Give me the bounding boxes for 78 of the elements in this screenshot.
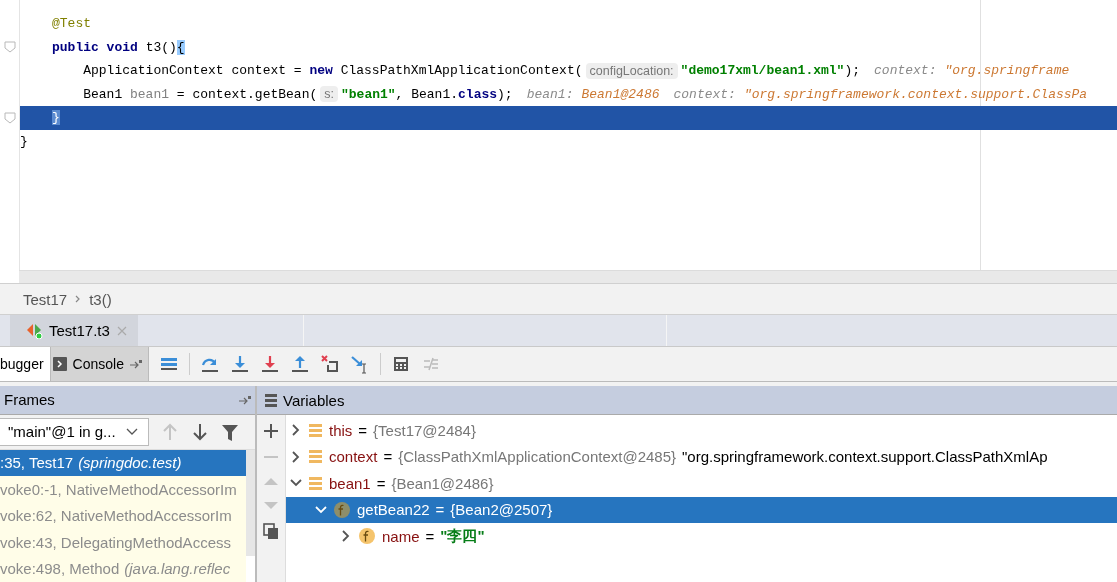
stack-frame[interactable]: :35, Test17 (springdoc.test) xyxy=(0,449,246,476)
code-text: = context.getBean( xyxy=(175,86,318,102)
breadcrumb-item[interactable]: t3() xyxy=(89,290,112,308)
caret-icon xyxy=(125,428,138,436)
panel-title: Variables xyxy=(283,391,345,409)
variable-row[interactable]: bean1 = {Bean1@2486} xyxy=(286,470,1117,497)
code-text: ApplicationContext context = xyxy=(82,63,303,79)
variable-icon xyxy=(308,449,323,465)
equals-sign: = xyxy=(383,448,393,466)
debug-value-label: bean1: xyxy=(526,86,574,102)
chevron-icon xyxy=(75,295,82,303)
parameter-hint: configLocation: xyxy=(585,62,678,79)
field-icon xyxy=(358,527,376,546)
tool-tab[interactable]: bugger xyxy=(0,347,51,381)
equals-sign: = xyxy=(358,421,368,439)
annotation: @Test xyxy=(52,16,91,32)
variable-name: bean1 xyxy=(329,474,371,492)
variable-row[interactable]: getBean22 = {Bean2@2507} xyxy=(286,496,1117,523)
code-text: } xyxy=(20,133,28,149)
step-into-icon[interactable] xyxy=(229,354,250,374)
variable-name: this xyxy=(329,421,353,439)
string-literal: "bean1" xyxy=(341,86,396,102)
code-text: ); xyxy=(844,63,861,79)
filter-icon[interactable] xyxy=(221,422,239,441)
code-keyword: class xyxy=(458,86,498,102)
debug-run-icon xyxy=(26,322,43,339)
code-text: ClassPathXmlApplicationContext( xyxy=(339,63,583,79)
code-text: ); xyxy=(497,86,513,102)
parameter-hint: s: xyxy=(320,86,338,103)
add-icon[interactable] xyxy=(263,423,279,439)
variable-value: "李四" xyxy=(440,526,485,546)
code-text: , Bean1. xyxy=(395,86,459,102)
code-keyword: public void xyxy=(52,39,138,55)
matched-brace: } xyxy=(52,110,60,126)
variable-name: getBean22 xyxy=(357,501,430,519)
debug-value-label: context: xyxy=(874,63,937,79)
variable-value: {Test17@2484} xyxy=(373,421,476,439)
variable-icon xyxy=(308,422,323,438)
debug-value-label: context: xyxy=(673,86,736,102)
debug-value: "org.springframe xyxy=(944,63,1070,79)
matched-brace: { xyxy=(176,39,185,55)
debug-value: Bean1@2486 xyxy=(581,86,660,102)
horizontal-scrollbar[interactable] xyxy=(19,270,1117,283)
variable-row[interactable]: this = {Test17@2484} xyxy=(286,417,1117,444)
down-arrow-icon[interactable] xyxy=(191,421,209,442)
variable-name: name xyxy=(382,527,420,545)
variable-name: bean1 xyxy=(130,86,170,102)
thread-dropdown[interactable]: "main"@1 in g... xyxy=(0,417,149,446)
equals-sign: = xyxy=(435,501,445,519)
variable-value: {Bean1@2486} xyxy=(391,474,494,492)
drop-frame-icon[interactable] xyxy=(319,354,340,374)
variable-value: {Bean2@2507} xyxy=(450,501,553,519)
pin-icon[interactable] xyxy=(129,359,142,369)
variable-icon xyxy=(308,475,323,491)
code-keyword: new xyxy=(309,63,333,79)
code-text: t3() xyxy=(144,39,177,55)
variable-value: "org.springframework.context.support.ClassPathXmlAp xyxy=(682,448,1048,466)
field-icon xyxy=(333,500,351,519)
equals-sign: = xyxy=(376,474,386,492)
variable-name: context xyxy=(329,448,378,466)
step-out-icon[interactable] xyxy=(289,354,310,374)
vertical-scrollbar[interactable] xyxy=(246,449,255,556)
equals-sign: = xyxy=(425,527,435,545)
console-icon xyxy=(52,357,67,371)
copy-icon[interactable] xyxy=(263,523,279,540)
code-text: Bean1 xyxy=(82,86,124,102)
panel-title: Frames xyxy=(4,391,55,409)
session-tab[interactable]: Test17.t3 xyxy=(10,315,138,346)
variable-value: {ClassPathXmlApplicationContext@2485} xyxy=(398,448,677,466)
string-literal: "demo17xml/bean1.xml" xyxy=(680,63,845,79)
tool-tab[interactable]: Console xyxy=(50,347,149,381)
pin-icon[interactable] xyxy=(239,394,251,405)
breadcrumb-item[interactable]: Test17 xyxy=(23,290,68,308)
list-icon xyxy=(265,393,277,407)
variable-row[interactable]: context = {ClassPathXmlApplicationContext@2485} "org.springframework.context.support.ClassPathXmlAp xyxy=(286,443,1117,470)
variable-row[interactable]: name = "李四" xyxy=(286,523,1117,550)
debug-value: "org.springframework.context.support.ClassPa xyxy=(743,86,1088,102)
force-step-into-icon[interactable] xyxy=(259,354,280,374)
